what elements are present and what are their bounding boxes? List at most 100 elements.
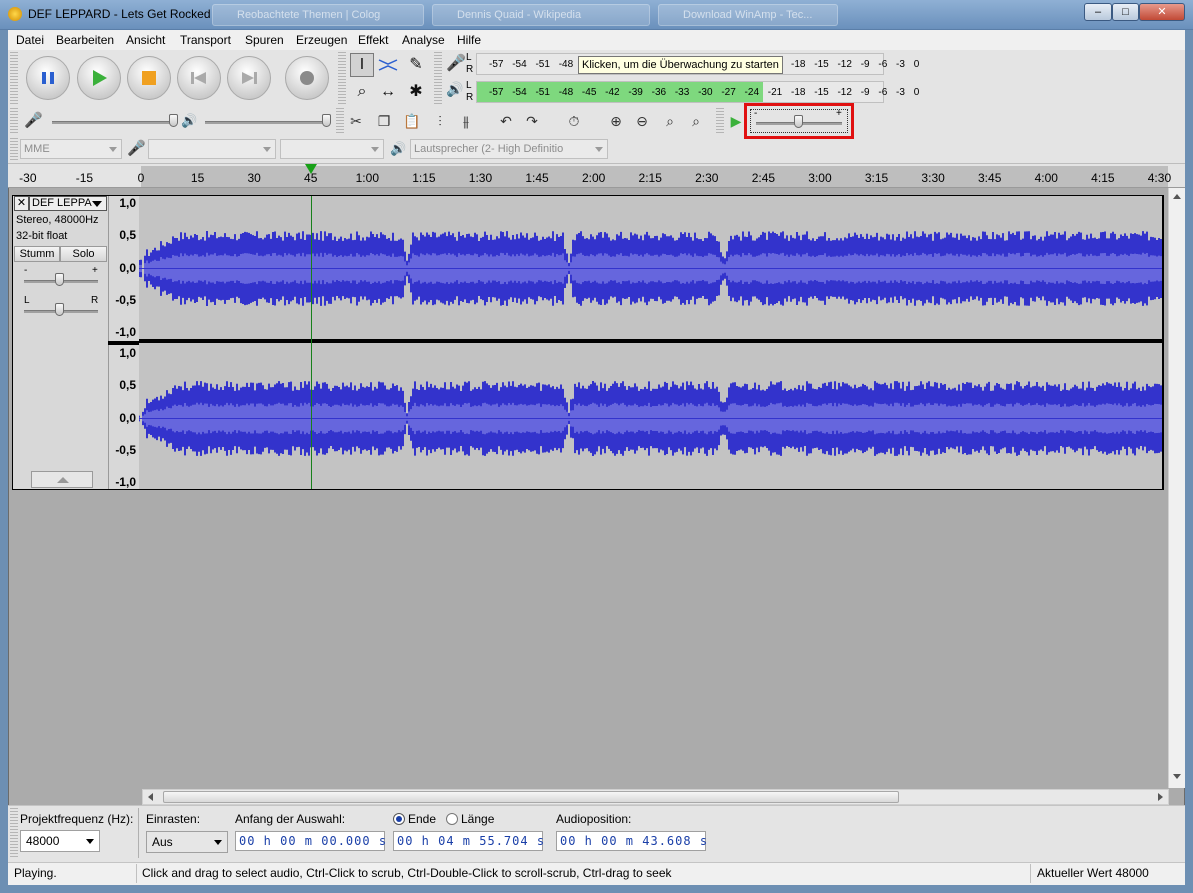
record-button[interactable] [285, 56, 329, 100]
scroll-down-icon[interactable] [1173, 774, 1181, 779]
toolbar-grip[interactable] [10, 138, 18, 160]
ruler-tick-label: 30 [247, 171, 261, 185]
track-gain-knob[interactable] [55, 273, 64, 286]
silence-button[interactable]: ⫵ [454, 110, 478, 132]
ruler-tick-label: 3:30 [921, 171, 945, 185]
menu-erzeugen[interactable]: Erzeugen [296, 33, 347, 47]
zoom-out-button[interactable]: ⊖ [630, 110, 654, 132]
toolbar-grip[interactable] [434, 52, 442, 104]
snap-select[interactable]: Aus [146, 831, 228, 853]
menu-bearbeiten[interactable]: Bearbeiten [56, 33, 114, 47]
track-close-button[interactable]: ✕ [14, 196, 29, 211]
trim-button[interactable]: ⫶ [428, 110, 452, 132]
microphone-icon: 🎤 [24, 112, 43, 129]
audio-position-time[interactable]: 00 h 00 m 43.608 s [556, 831, 707, 851]
toolbar-grip[interactable] [10, 808, 18, 858]
redo-icon: ↷ [526, 113, 538, 129]
menu-hilfe[interactable]: Hilfe [457, 33, 481, 47]
vertical-ruler-label: 0,0 [119, 260, 136, 275]
fit-project-button[interactable]: ⌕ [684, 110, 708, 132]
end-radio[interactable] [393, 813, 405, 825]
zoom-out-icon: ⊖ [636, 113, 648, 129]
playback-volume-knob[interactable] [322, 114, 331, 127]
recording-device-select[interactable] [148, 139, 276, 159]
playhead-marker[interactable] [304, 164, 317, 174]
recording-volume-slider[interactable] [52, 121, 174, 124]
horizontal-scroll-thumb[interactable] [163, 791, 899, 803]
separator [138, 808, 139, 858]
cut-button[interactable]: ✂ [344, 110, 368, 132]
waveform-channel-left[interactable] [139, 196, 1162, 339]
record-icon [300, 71, 314, 85]
toolbar-grip[interactable] [10, 108, 18, 134]
speed-slider-max-label: + [836, 108, 842, 119]
menu-datei[interactable]: Datei [16, 33, 44, 47]
stop-button[interactable] [127, 56, 171, 100]
paste-button[interactable]: 📋 [400, 110, 424, 132]
draw-tool-button[interactable]: ✎ [404, 53, 428, 77]
multi-tool-button[interactable]: ✱ [404, 80, 428, 104]
pause-button[interactable] [26, 56, 70, 100]
toolbar-grip[interactable] [10, 52, 18, 104]
waveform-channel-right[interactable] [139, 346, 1162, 489]
skip-end-button[interactable] [227, 56, 271, 100]
selection-start-time[interactable]: 00 h 00 m 00.000 s [235, 831, 386, 851]
toolbar-grip[interactable] [716, 108, 724, 134]
zoom-selection-icon: ⌕ [666, 113, 674, 129]
horizontal-scrollbar[interactable] [142, 789, 1169, 805]
background-window-tab[interactable]: Dennis Quaid - Wikipedia [432, 4, 650, 26]
menu-effekt[interactable]: Effekt [358, 33, 388, 47]
magnifier-icon: ⌕ [357, 83, 367, 100]
envelope-tool-button[interactable] [376, 53, 400, 77]
mute-button[interactable]: Stumm [14, 246, 60, 262]
menu-ansicht[interactable]: Ansicht [126, 33, 165, 47]
playback-meter[interactable]: -57 -54 -51 -48 -45 -42 -39 -36 -33 -30 … [476, 81, 919, 103]
fit-selection-button[interactable]: ⌕ [658, 110, 682, 132]
selection-tool-button[interactable]: I [350, 53, 374, 77]
track-name-menu[interactable]: DEF LEPPA [29, 196, 107, 211]
background-window-tab[interactable]: Download WinAmp - Tec... [658, 4, 838, 26]
skip-start-button[interactable] [177, 56, 221, 100]
scroll-up-icon[interactable] [1173, 194, 1181, 199]
sync-lock-button[interactable]: ⏱ [562, 110, 586, 132]
toolbar-grip[interactable] [338, 52, 346, 104]
close-button[interactable]: ✕ [1139, 3, 1185, 21]
maximize-button[interactable]: □ [1112, 3, 1139, 21]
vertical-ruler-label: 1,0 [119, 196, 136, 210]
solo-button[interactable]: Solo [60, 246, 107, 262]
minimize-button[interactable]: – [1084, 3, 1112, 21]
status-divider [136, 864, 137, 883]
play-button[interactable] [77, 56, 121, 100]
menu-spuren[interactable]: Spuren [245, 33, 284, 47]
vertical-scrollbar[interactable] [1168, 188, 1185, 788]
audio-host-select[interactable]: MME [20, 139, 122, 159]
recording-channels-select[interactable] [280, 139, 384, 159]
selection-end-time[interactable]: 00 h 04 m 55.704 s [393, 831, 544, 851]
redo-button[interactable]: ↷ [520, 110, 544, 132]
toolbar-grip[interactable] [336, 108, 344, 134]
menu-transport[interactable]: Transport [180, 33, 231, 47]
playback-speed-knob[interactable] [794, 115, 803, 128]
pan-left-label: L [24, 295, 30, 306]
project-rate-select[interactable]: 48000 [20, 830, 100, 852]
status-state: Playing. [14, 866, 57, 880]
close-icon: ✕ [16, 197, 27, 209]
pencil-icon: ✎ [409, 56, 423, 73]
menu-analyse[interactable]: Analyse [402, 33, 445, 47]
scroll-right-icon[interactable] [1158, 793, 1163, 801]
scroll-left-icon[interactable] [148, 793, 153, 801]
copy-button[interactable]: ❐ [372, 110, 396, 132]
recording-volume-knob[interactable] [169, 114, 178, 127]
end-radio-label[interactable]: Ende [408, 812, 436, 826]
length-radio[interactable] [446, 813, 458, 825]
undo-button[interactable]: ↶ [494, 110, 518, 132]
playback-device-select[interactable]: Lautsprecher (2- High Definitio [410, 139, 608, 159]
background-window-tab[interactable]: Reobachtete Themen | Colog [212, 4, 424, 26]
track-pan-knob[interactable] [55, 303, 64, 316]
zoom-in-button[interactable]: ⊕ [604, 110, 628, 132]
length-radio-label[interactable]: Länge [461, 812, 494, 826]
zoom-tool-button[interactable]: ⌕ [350, 80, 374, 104]
timeshift-tool-button[interactable]: ↔ [376, 80, 400, 104]
playback-volume-slider[interactable] [205, 121, 327, 124]
track-collapse-button[interactable] [31, 471, 93, 488]
